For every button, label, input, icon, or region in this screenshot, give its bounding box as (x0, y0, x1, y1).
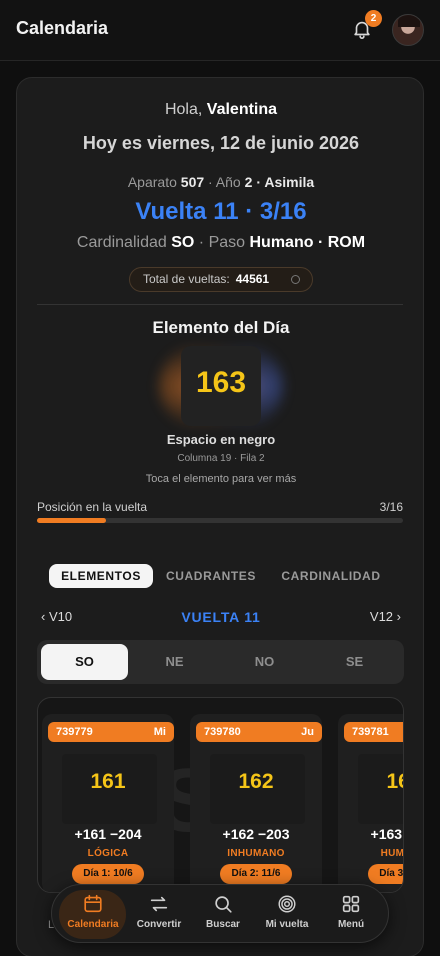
segment-ne[interactable]: NE (131, 644, 218, 680)
nav-label: Calendaria (67, 919, 119, 930)
day-card-id: 739781 (352, 726, 389, 738)
day-card-number: 163 (386, 770, 403, 793)
day-card-tag: HUMANO (380, 848, 404, 859)
day-card-tag: INHUMANO (227, 848, 285, 859)
info-icon (291, 275, 300, 284)
aparato-value: 507 (180, 174, 205, 190)
day-card[interactable]: 739781Vi 163 +163 −202 HUMANO Día 3: 12/… (338, 714, 404, 892)
nav-label: Menú (337, 919, 365, 930)
day-card[interactable]: 739780 Ju 162 +162 −203 INHUMANO Día 2: 1… (190, 714, 322, 892)
nav-mi-vuelta[interactable]: Mi vuelta (256, 893, 318, 937)
main-card: Hola, Valentina Hoy es viernes, 12 de ju… (16, 77, 424, 956)
cardinalidad-label: Cardinalidad (76, 234, 167, 251)
day-card-badge: Día 3: 12/6 (368, 864, 403, 884)
vuelta-nav-title: VUELTA 11 (181, 609, 261, 625)
nav-label: Buscar (206, 919, 240, 930)
user-name: Valentina (206, 101, 278, 118)
day-card-weekday: Ju (301, 726, 314, 738)
element-of-day-title: Elemento del Día (152, 318, 290, 337)
day-card-number: 161 (90, 770, 126, 793)
bottom-nav: Calendaria Convertir Buscar Mi vuelta Me… (51, 884, 389, 943)
day-card-weekday: Mi (153, 726, 166, 738)
total-value: 44561 (235, 272, 270, 286)
vuelta-title: Vuelta 11 · 3/16 (135, 198, 307, 225)
total-label: Total de vueltas: (143, 272, 230, 286)
day-card-id: 739780 (204, 726, 241, 738)
paso-label: · Paso (198, 234, 246, 251)
nav-convertir[interactable]: Convertir (128, 893, 190, 937)
progress-track (37, 518, 403, 523)
day-card-range: +161 −204 (74, 826, 142, 842)
calendar-icon (84, 894, 102, 913)
rom-label: · ROM (317, 234, 366, 251)
segment-no[interactable]: NO (221, 644, 308, 680)
greeting: Hola, Valentina (17, 101, 425, 119)
element-position: Columna 19 · Fila 2 (177, 453, 265, 464)
day-card-header: 739780 Ju (196, 722, 322, 742)
app-title: Calendaria (16, 18, 109, 38)
nav-buscar[interactable]: Buscar (192, 893, 254, 937)
paso-value: Humano (249, 234, 314, 251)
nav-label: Mi vuelta (265, 919, 309, 930)
top-bar: Calendaria 2 (0, 0, 440, 61)
notification-badge: 2 (365, 10, 382, 27)
tab-cardinalidad[interactable]: CARDINALIDAD (273, 564, 389, 588)
tab-cuadrantes[interactable]: CUADRANTES (157, 564, 265, 588)
day-card-header: 739779 Mi (48, 722, 174, 742)
nav-label: Convertir (136, 919, 182, 930)
swap-icon (150, 896, 168, 912)
progress-label: Posición en la vuelta (37, 500, 148, 514)
day-card-range: +163 −202 (370, 826, 403, 842)
cardinal-segmented-control: SO NE NO SE (37, 640, 404, 684)
day-cards-scroller[interactable]: S 739779 Mi 161 +161 −204 LÓGICA Día 1: 1… (37, 697, 404, 893)
avatar[interactable] (392, 14, 424, 46)
divider (37, 304, 403, 305)
nav-calendaria[interactable]: Calendaria (62, 893, 124, 937)
progress-fill (37, 518, 106, 523)
element-number: 163 (195, 366, 247, 399)
search-icon (215, 896, 232, 913)
day-card-badge: Día 2: 11/6 (220, 864, 292, 884)
segment-se[interactable]: SE (311, 644, 398, 680)
element-name: Espacio en negro (166, 432, 276, 447)
day-card-header: 739781Vi (344, 722, 403, 742)
total-vueltas-pill[interactable]: Total de vueltas: 44561 (129, 267, 313, 292)
aparato-line: Aparato 507 · Año 2 · Asimila (17, 174, 425, 190)
segment-so[interactable]: SO (41, 644, 128, 680)
day-card-id: 739779 (56, 726, 93, 738)
today-date: Hoy es viernes, 12 de junio 2026 (82, 133, 360, 153)
spiral-icon (278, 895, 296, 913)
day-card[interactable]: 739779 Mi 161 +161 −204 LÓGICA Día 1: 10/… (42, 714, 174, 892)
aparato-label: Aparato (127, 174, 177, 190)
nav-menu[interactable]: Menú (320, 893, 382, 937)
tab-elementos[interactable]: ELEMENTOS (49, 564, 153, 588)
next-vuelta-label: V12 (369, 609, 394, 624)
greeting-text: Hola, (164, 101, 203, 118)
grid-icon (342, 895, 360, 913)
day-card-tag: LÓGICA (87, 848, 129, 859)
day-card-badge: Día 1: 10/6 (72, 864, 144, 884)
day-card-range: +162 −203 (222, 826, 290, 842)
asimila-label: · Asimila (256, 174, 315, 190)
cardinalidad-line: Cardinalidad SO · Paso Humano · ROM (17, 234, 425, 252)
progress-value: 3/16 (379, 500, 403, 514)
chevron-right-icon: › (393, 609, 401, 624)
next-vuelta-button[interactable]: V12 › (370, 609, 401, 624)
day-card-number: 162 (238, 770, 274, 793)
ano-label: · Año (208, 174, 241, 190)
cardinalidad-value: SO (171, 234, 195, 251)
ano-value: 2 (244, 174, 253, 190)
element-hint: Toca el elemento para ver más (145, 473, 297, 485)
